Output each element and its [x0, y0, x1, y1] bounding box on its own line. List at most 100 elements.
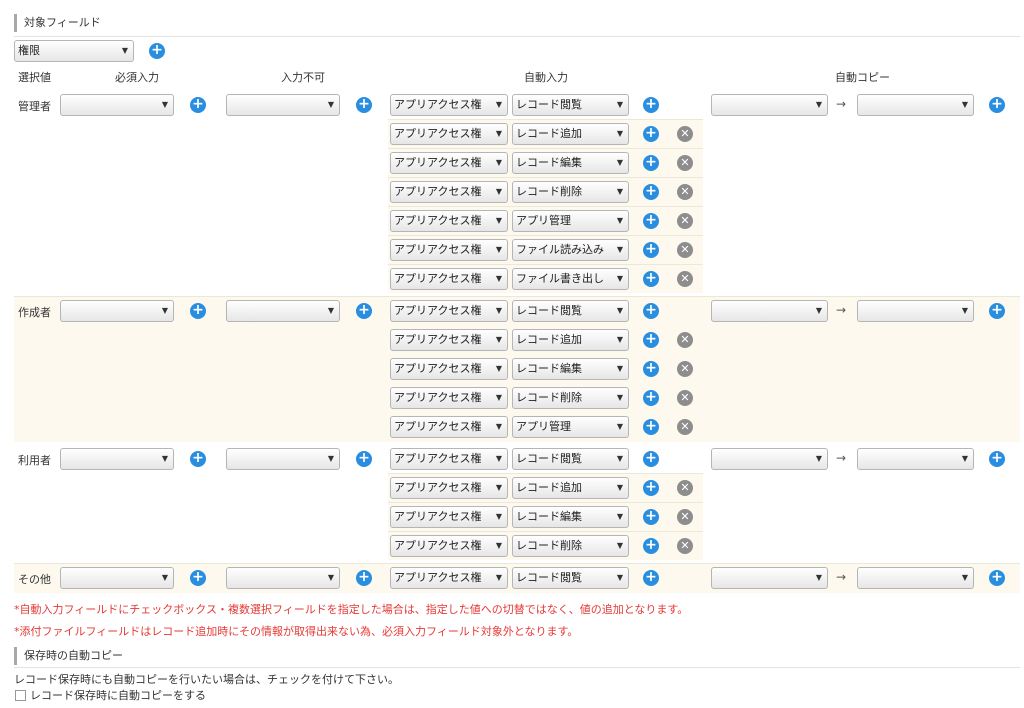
add-auto-input-plus-icon[interactable]: +	[643, 480, 659, 496]
remove-auto-input-close-icon[interactable]: ✕	[677, 390, 693, 406]
add-readonly-plus-icon[interactable]: +	[356, 97, 372, 113]
add-copy-plus-icon[interactable]: +	[989, 303, 1005, 319]
add-auto-input-plus-icon[interactable]: +	[643, 242, 659, 258]
permission-select[interactable]: レコード閲覧 ▼	[512, 448, 629, 470]
permission-select[interactable]: アプリ管理 ▼	[512, 210, 629, 232]
add-readonly-plus-icon[interactable]: +	[356, 570, 372, 586]
permission-select[interactable]: レコード追加 ▼	[512, 477, 629, 499]
permission-select[interactable]: レコード削除 ▼	[512, 387, 629, 409]
permission-select[interactable]: アプリ管理 ▼	[512, 416, 629, 438]
copy-target-select[interactable]: ▼	[857, 567, 974, 589]
copy-target-select[interactable]: ▼	[857, 300, 974, 322]
add-required-plus-icon[interactable]: +	[190, 570, 206, 586]
auto-field-select[interactable]: アプリアクセス権 ▼	[390, 94, 508, 116]
add-auto-input-plus-icon[interactable]: +	[643, 97, 659, 113]
remove-auto-input-close-icon[interactable]: ✕	[677, 271, 693, 287]
auto-field-select[interactable]: アプリアクセス権 ▼	[390, 358, 508, 380]
add-copy-plus-icon[interactable]: +	[989, 570, 1005, 586]
permission-select[interactable]: レコード編集 ▼	[512, 506, 629, 528]
copy-target-select[interactable]: ▼	[857, 448, 974, 470]
auto-field-select[interactable]: アプリアクセス権 ▼	[390, 210, 508, 232]
permission-select[interactable]: ファイル書き出し ▼	[512, 268, 629, 290]
required-select[interactable]: ▼	[60, 448, 174, 470]
remove-auto-input-close-icon[interactable]: ✕	[677, 509, 693, 525]
add-auto-input-plus-icon[interactable]: +	[643, 509, 659, 525]
add-required-plus-icon[interactable]: +	[190, 97, 206, 113]
required-select[interactable]: ▼	[60, 94, 174, 116]
remove-auto-input-close-icon[interactable]: ✕	[677, 332, 693, 348]
add-copy-plus-icon[interactable]: +	[989, 451, 1005, 467]
readonly-select[interactable]: ▼	[226, 94, 340, 116]
add-auto-input-plus-icon[interactable]: +	[643, 303, 659, 319]
auto-field-select[interactable]: アプリアクセス権 ▼	[390, 300, 508, 322]
add-auto-input-plus-icon[interactable]: +	[643, 126, 659, 142]
copy-source-select[interactable]: ▼	[711, 94, 828, 116]
add-readonly-plus-icon[interactable]: +	[356, 303, 372, 319]
chevron-down-icon: ▼	[616, 541, 623, 550]
auto-field-select[interactable]: アプリアクセス権 ▼	[390, 416, 508, 438]
permission-select[interactable]: レコード追加 ▼	[512, 329, 629, 351]
chevron-down-icon: ▼	[495, 422, 502, 431]
permission-select[interactable]: レコード閲覧 ▼	[512, 567, 629, 589]
remove-auto-input-close-icon[interactable]: ✕	[677, 361, 693, 377]
permission-select[interactable]: ファイル読み込み ▼	[512, 239, 629, 261]
remove-auto-input-close-icon[interactable]: ✕	[677, 538, 693, 554]
readonly-select[interactable]: ▼	[226, 448, 340, 470]
permission-select-value: ファイル読み込み	[516, 243, 604, 256]
permission-select[interactable]: レコード削除 ▼	[512, 535, 629, 557]
permission-select[interactable]: レコード追加 ▼	[512, 123, 629, 145]
permission-select[interactable]: レコード編集 ▼	[512, 152, 629, 174]
add-auto-input-plus-icon[interactable]: +	[643, 390, 659, 406]
remove-auto-input-close-icon[interactable]: ✕	[677, 213, 693, 229]
auto-field-select[interactable]: アプリアクセス権 ▼	[390, 152, 508, 174]
auto-field-select[interactable]: アプリアクセス権 ▼	[390, 506, 508, 528]
auto-field-select[interactable]: アプリアクセス権 ▼	[390, 535, 508, 557]
add-required-plus-icon[interactable]: +	[190, 303, 206, 319]
permission-select[interactable]: レコード閲覧 ▼	[512, 94, 629, 116]
auto-field-select[interactable]: アプリアクセス権 ▼	[390, 239, 508, 261]
add-auto-input-plus-icon[interactable]: +	[643, 451, 659, 467]
auto-field-select[interactable]: アプリアクセス権 ▼	[390, 477, 508, 499]
auto-field-select[interactable]: アプリアクセス権 ▼	[390, 123, 508, 145]
save-auto-copy-checkbox[interactable]	[15, 690, 26, 701]
add-auto-input-plus-icon[interactable]: +	[643, 419, 659, 435]
permission-select[interactable]: レコード編集 ▼	[512, 358, 629, 380]
readonly-select[interactable]: ▼	[226, 567, 340, 589]
remove-auto-input-close-icon[interactable]: ✕	[677, 126, 693, 142]
remove-auto-input-close-icon[interactable]: ✕	[677, 184, 693, 200]
copy-source-select[interactable]: ▼	[711, 300, 828, 322]
auto-field-select[interactable]: アプリアクセス権 ▼	[390, 181, 508, 203]
field-type-select[interactable]: 権限 ▼	[14, 40, 134, 62]
add-auto-input-plus-icon[interactable]: +	[643, 155, 659, 171]
auto-field-select[interactable]: アプリアクセス権 ▼	[390, 268, 508, 290]
add-auto-input-plus-icon[interactable]: +	[643, 570, 659, 586]
add-auto-input-plus-icon[interactable]: +	[643, 184, 659, 200]
add-auto-input-plus-icon[interactable]: +	[643, 213, 659, 229]
readonly-select[interactable]: ▼	[226, 300, 340, 322]
auto-field-select[interactable]: アプリアクセス権 ▼	[390, 387, 508, 409]
add-auto-input-plus-icon[interactable]: +	[643, 332, 659, 348]
remove-auto-input-close-icon[interactable]: ✕	[677, 480, 693, 496]
add-auto-input-plus-icon[interactable]: +	[643, 271, 659, 287]
add-readonly-plus-icon[interactable]: +	[356, 451, 372, 467]
chevron-down-icon: ▼	[495, 245, 502, 254]
remove-auto-input-close-icon[interactable]: ✕	[677, 242, 693, 258]
remove-auto-input-close-icon[interactable]: ✕	[677, 419, 693, 435]
auto-field-select[interactable]: アプリアクセス権 ▼	[390, 448, 508, 470]
add-auto-input-plus-icon[interactable]: +	[643, 361, 659, 377]
auto-field-select[interactable]: アプリアクセス権 ▼	[390, 567, 508, 589]
auto-field-select[interactable]: アプリアクセス権 ▼	[390, 329, 508, 351]
remove-auto-input-close-icon[interactable]: ✕	[677, 155, 693, 171]
add-auto-input-plus-icon[interactable]: +	[643, 538, 659, 554]
copy-source-select[interactable]: ▼	[711, 448, 828, 470]
required-select[interactable]: ▼	[60, 567, 174, 589]
chevron-down-icon: ▼	[616, 245, 623, 254]
permission-select[interactable]: レコード閲覧 ▼	[512, 300, 629, 322]
copy-target-select[interactable]: ▼	[857, 94, 974, 116]
required-select[interactable]: ▼	[60, 300, 174, 322]
add-field-plus-icon[interactable]: +	[149, 43, 165, 59]
permission-select[interactable]: レコード削除 ▼	[512, 181, 629, 203]
add-required-plus-icon[interactable]: +	[190, 451, 206, 467]
copy-source-select[interactable]: ▼	[711, 567, 828, 589]
add-copy-plus-icon[interactable]: +	[989, 97, 1005, 113]
